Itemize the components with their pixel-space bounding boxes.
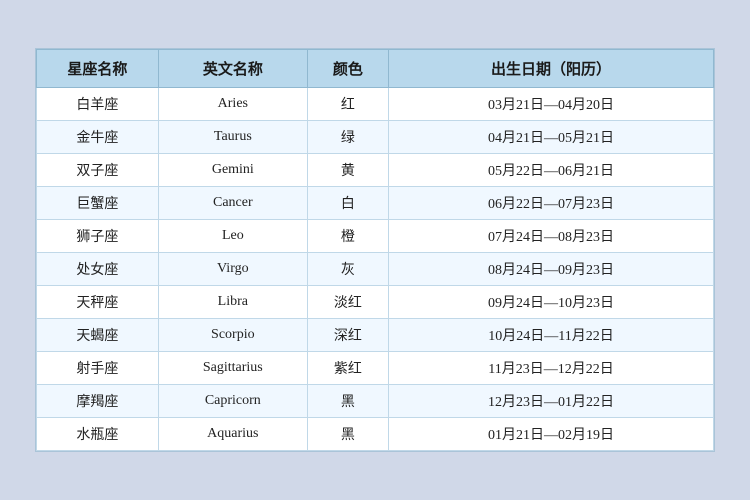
table-row: 天秤座Libra淡红09月24日—10月23日 [37, 286, 714, 319]
table-row: 处女座Virgo灰08月24日—09月23日 [37, 253, 714, 286]
cell-color: 灰 [307, 253, 388, 286]
cell-color: 绿 [307, 121, 388, 154]
table-row: 白羊座Aries红03月21日—04月20日 [37, 88, 714, 121]
header-english: 英文名称 [158, 50, 307, 88]
cell-chinese: 双子座 [37, 154, 159, 187]
cell-color: 深红 [307, 319, 388, 352]
cell-date: 08月24日—09月23日 [389, 253, 714, 286]
table-row: 巨蟹座Cancer白06月22日—07月23日 [37, 187, 714, 220]
cell-english: Libra [158, 286, 307, 319]
cell-chinese: 白羊座 [37, 88, 159, 121]
table-row: 摩羯座Capricorn黑12月23日—01月22日 [37, 385, 714, 418]
cell-date: 11月23日—12月22日 [389, 352, 714, 385]
cell-date: 04月21日—05月21日 [389, 121, 714, 154]
cell-english: Sagittarius [158, 352, 307, 385]
cell-english: Scorpio [158, 319, 307, 352]
cell-english: Capricorn [158, 385, 307, 418]
cell-color: 淡红 [307, 286, 388, 319]
cell-english: Virgo [158, 253, 307, 286]
zodiac-table-container: 星座名称 英文名称 颜色 出生日期（阳历） 白羊座Aries红03月21日—04… [35, 48, 715, 452]
cell-color: 紫红 [307, 352, 388, 385]
cell-date: 05月22日—06月21日 [389, 154, 714, 187]
cell-english: Taurus [158, 121, 307, 154]
cell-date: 03月21日—04月20日 [389, 88, 714, 121]
cell-date: 12月23日—01月22日 [389, 385, 714, 418]
cell-date: 01月21日—02月19日 [389, 418, 714, 451]
cell-color: 白 [307, 187, 388, 220]
cell-date: 09月24日—10月23日 [389, 286, 714, 319]
cell-color: 黄 [307, 154, 388, 187]
cell-date: 07月24日—08月23日 [389, 220, 714, 253]
cell-color: 红 [307, 88, 388, 121]
cell-english: Gemini [158, 154, 307, 187]
cell-color: 黑 [307, 418, 388, 451]
cell-english: Cancer [158, 187, 307, 220]
cell-chinese: 巨蟹座 [37, 187, 159, 220]
cell-date: 06月22日—07月23日 [389, 187, 714, 220]
cell-chinese: 天蝎座 [37, 319, 159, 352]
cell-date: 10月24日—11月22日 [389, 319, 714, 352]
cell-chinese: 金牛座 [37, 121, 159, 154]
table-row: 水瓶座Aquarius黑01月21日—02月19日 [37, 418, 714, 451]
table-body: 白羊座Aries红03月21日—04月20日金牛座Taurus绿04月21日—0… [37, 88, 714, 451]
cell-english: Aries [158, 88, 307, 121]
cell-chinese: 水瓶座 [37, 418, 159, 451]
table-row: 射手座Sagittarius紫红11月23日—12月22日 [37, 352, 714, 385]
cell-chinese: 摩羯座 [37, 385, 159, 418]
table-row: 狮子座Leo橙07月24日—08月23日 [37, 220, 714, 253]
cell-color: 橙 [307, 220, 388, 253]
table-row: 双子座Gemini黄05月22日—06月21日 [37, 154, 714, 187]
table-header-row: 星座名称 英文名称 颜色 出生日期（阳历） [37, 50, 714, 88]
cell-color: 黑 [307, 385, 388, 418]
cell-english: Leo [158, 220, 307, 253]
cell-chinese: 处女座 [37, 253, 159, 286]
header-color: 颜色 [307, 50, 388, 88]
cell-chinese: 狮子座 [37, 220, 159, 253]
header-date: 出生日期（阳历） [389, 50, 714, 88]
cell-english: Aquarius [158, 418, 307, 451]
cell-chinese: 天秤座 [37, 286, 159, 319]
header-chinese: 星座名称 [37, 50, 159, 88]
zodiac-table: 星座名称 英文名称 颜色 出生日期（阳历） 白羊座Aries红03月21日—04… [36, 49, 714, 451]
table-row: 天蝎座Scorpio深红10月24日—11月22日 [37, 319, 714, 352]
cell-chinese: 射手座 [37, 352, 159, 385]
table-row: 金牛座Taurus绿04月21日—05月21日 [37, 121, 714, 154]
